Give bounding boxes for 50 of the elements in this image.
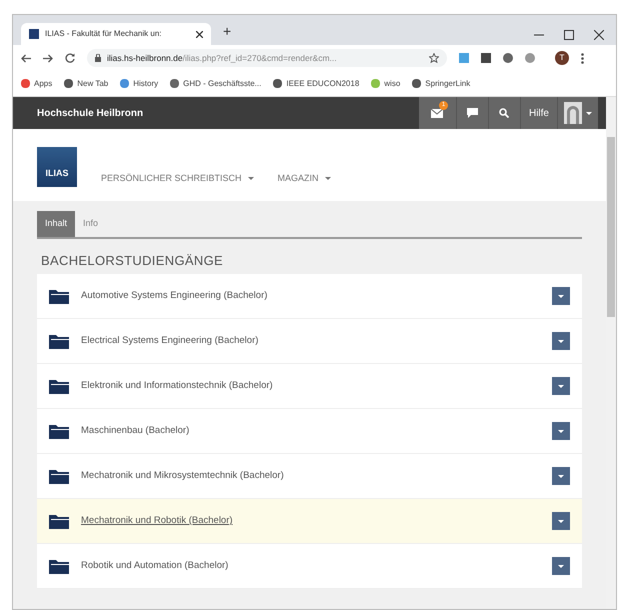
content-tab[interactable]: Inhalt xyxy=(37,211,76,236)
help-link[interactable]: Hilfe xyxy=(520,97,558,129)
menu-dropdown[interactable]: PERSÖNLICHER SCHREIBTISCH xyxy=(101,172,254,185)
actions-dropdown-button[interactable] xyxy=(552,422,570,440)
section-heading: BACHELORSTUDIENGÄNGE xyxy=(40,252,224,270)
chat-icon xyxy=(466,108,478,118)
bookmark-link[interactable]: GHD - Geschäftsste... xyxy=(183,78,262,90)
list-row[interactable]: Mechatronik und Robotik (Bachelor) xyxy=(37,499,582,544)
lock-icon xyxy=(95,54,101,62)
actions-dropdown-button[interactable] xyxy=(552,512,570,530)
url-text: /ilias.php?ref_id=270&cmd=render&cm... xyxy=(182,52,337,63)
new-tab-button[interactable]: + xyxy=(223,21,232,42)
address-bar[interactable]: ilias.hs-heilbronn.de/ilias.php?ref_id=270&cmd=render&cm... xyxy=(87,49,447,67)
reload-icon[interactable] xyxy=(65,53,75,63)
close-icon[interactable] xyxy=(594,30,604,40)
forward-arrow-icon[interactable] xyxy=(43,54,53,62)
search-button[interactable] xyxy=(488,97,521,129)
bookmark-link[interactable]: New Tab xyxy=(77,78,108,90)
menu-dropdown[interactable]: MAGAZIN xyxy=(278,172,331,185)
close-icon[interactable] xyxy=(196,30,203,38)
bookmark-link[interactable]: History xyxy=(133,78,158,90)
extension-icon[interactable] xyxy=(503,53,513,63)
profile-avatar[interactable]: T xyxy=(555,51,569,65)
site-title[interactable]: Hochschule Heilbronn xyxy=(37,106,144,120)
star-icon[interactable] xyxy=(429,53,439,63)
maximize-icon[interactable] xyxy=(564,30,574,40)
user-menu-button[interactable] xyxy=(558,97,598,129)
bookmark-link[interactable]: wiso xyxy=(384,78,400,90)
caret-icon xyxy=(586,112,592,114)
back-arrow-icon[interactable] xyxy=(21,54,31,62)
bookmark-link[interactable]: IEEE EDUCON2018 xyxy=(286,78,360,90)
actions-dropdown-button[interactable] xyxy=(552,467,570,485)
extension-icon[interactable] xyxy=(525,53,535,63)
tab-title: ILIAS - Fakultät für Mechanik un: xyxy=(45,28,162,40)
actions-dropdown-button[interactable] xyxy=(552,557,570,575)
url-text: ilias.hs-heilbronn.de xyxy=(107,52,183,63)
bookmark-link[interactable]: Apps xyxy=(34,78,52,90)
chat-button[interactable] xyxy=(456,97,489,129)
mail-icon xyxy=(431,108,444,118)
actions-dropdown-button[interactable] xyxy=(552,287,570,305)
search-icon xyxy=(499,108,510,118)
actions-dropdown-button[interactable] xyxy=(552,332,570,350)
ilias-logo[interactable]: ILIAS xyxy=(37,147,77,187)
favicon-icon xyxy=(29,29,39,39)
menu-icon[interactable] xyxy=(581,52,584,64)
avatar-silhouette-icon xyxy=(564,102,582,124)
scrollbar[interactable] xyxy=(606,97,616,609)
bookmark-link[interactable]: SpringerLink xyxy=(425,78,470,90)
browser-tab[interactable]: ILIAS - Fakultät für Mechanik un: xyxy=(21,23,211,45)
actions-dropdown-button[interactable] xyxy=(552,377,570,395)
